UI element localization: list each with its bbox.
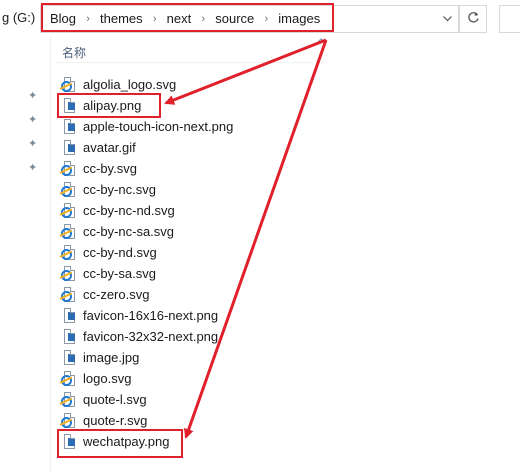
- file-name: alipay.png: [83, 98, 142, 113]
- file-name: cc-by-nc.svg: [83, 182, 156, 197]
- list-item[interactable]: cc-by-nc.svg: [58, 179, 328, 200]
- svg-file-icon: [61, 181, 76, 198]
- list-item[interactable]: avatar.gif: [58, 137, 328, 158]
- file-name: image.jpg: [83, 350, 140, 365]
- list-item[interactable]: wechatpay.png: [58, 431, 328, 452]
- file-name: quote-r.svg: [83, 413, 148, 428]
- list-item[interactable]: cc-by-nc-sa.svg: [58, 221, 328, 242]
- address-bar[interactable]: Blog › themes › next › source › images: [40, 5, 459, 33]
- svg-file-icon: [61, 286, 76, 303]
- search-box[interactable]: [499, 5, 520, 33]
- file-name: cc-by-nc-nd.svg: [83, 203, 175, 218]
- chevron-right-icon[interactable]: ›: [260, 8, 272, 30]
- file-name: wechatpay.png: [83, 434, 170, 449]
- refresh-button[interactable]: [459, 5, 487, 33]
- file-name: favicon-32x32-next.png: [83, 329, 219, 344]
- file-name: favicon-16x16-next.png: [83, 308, 219, 323]
- address-toolbar: g (G:) Blog › themes › next › source › i…: [0, 0, 520, 36]
- svg-file-icon: [61, 223, 76, 240]
- svg-file-icon: [61, 391, 76, 408]
- file-name: algolia_logo.svg: [83, 77, 177, 92]
- png-file-icon: [62, 307, 76, 324]
- file-name: quote-l.svg: [83, 392, 147, 407]
- png-file-icon: [62, 97, 76, 114]
- list-item[interactable]: apple-touch-icon-next.png: [58, 116, 328, 137]
- list-item[interactable]: cc-zero.svg: [58, 284, 328, 305]
- breadcrumb-blog[interactable]: Blog: [44, 8, 82, 30]
- list-item[interactable]: favicon-32x32-next.png: [58, 326, 328, 347]
- svg-file-icon: [61, 202, 76, 219]
- list-item[interactable]: cc-by-nc-nd.svg: [58, 200, 328, 221]
- png-file-icon: [62, 328, 76, 345]
- svg-file-icon: [61, 370, 76, 387]
- drive-breadcrumb[interactable]: g (G:): [0, 7, 35, 29]
- pin-icon[interactable]: ✦: [28, 162, 40, 174]
- svg-file-icon: [61, 265, 76, 282]
- file-name: cc-by.svg: [83, 161, 137, 176]
- refresh-icon: [467, 11, 480, 28]
- list-item[interactable]: cc-by-sa.svg: [58, 263, 328, 284]
- svg-file-icon: [61, 244, 76, 261]
- chevron-right-icon[interactable]: ›: [149, 8, 161, 30]
- breadcrumb-source[interactable]: source: [209, 8, 260, 30]
- file-name: cc-by-nc-sa.svg: [83, 224, 175, 239]
- file-name: logo.svg: [83, 371, 132, 386]
- list-item[interactable]: quote-r.svg: [58, 410, 328, 431]
- file-name: cc-zero.svg: [83, 287, 150, 302]
- chevron-right-icon[interactable]: ›: [82, 8, 94, 30]
- list-item[interactable]: cc-by-nd.svg: [58, 242, 328, 263]
- sort-ascending-icon: [316, 35, 326, 47]
- png-file-icon: [62, 118, 76, 135]
- chevron-right-icon[interactable]: ›: [197, 8, 209, 30]
- png-file-icon: [62, 433, 76, 450]
- chevron-down-icon[interactable]: [436, 6, 458, 32]
- breadcrumb-themes[interactable]: themes: [94, 8, 149, 30]
- svg-file-icon: [61, 412, 76, 429]
- breadcrumb-images[interactable]: images: [272, 8, 326, 30]
- list-item[interactable]: cc-by.svg: [58, 158, 328, 179]
- list-item[interactable]: favicon-16x16-next.png: [58, 305, 328, 326]
- list-item[interactable]: image.jpg: [58, 347, 328, 368]
- file-list: algolia_logo.svg alipay.png apple-touch-ic…: [58, 74, 328, 452]
- pin-icon[interactable]: ✦: [28, 114, 40, 126]
- file-name: cc-by-sa.svg: [83, 266, 156, 281]
- column-header-name[interactable]: 名称: [62, 44, 86, 61]
- list-item[interactable]: quote-l.svg: [58, 389, 328, 410]
- breadcrumb: Blog › themes › next › source › images: [44, 6, 326, 32]
- pin-icon[interactable]: ✦: [28, 138, 40, 150]
- list-item[interactable]: algolia_logo.svg: [58, 74, 328, 95]
- pin-icon[interactable]: ✦: [28, 90, 40, 102]
- gif-file-icon: [62, 139, 76, 156]
- header-divider: [55, 62, 325, 63]
- svg-file-icon: [61, 76, 76, 93]
- list-item[interactable]: logo.svg: [58, 368, 328, 389]
- file-name: avatar.gif: [83, 140, 136, 155]
- jpg-file-icon: [62, 349, 76, 366]
- file-name: apple-touch-icon-next.png: [83, 119, 234, 134]
- navigation-pane: ✦ ✦ ✦ ✦: [0, 36, 51, 472]
- file-name: cc-by-nd.svg: [83, 245, 157, 260]
- breadcrumb-next[interactable]: next: [161, 8, 198, 30]
- list-item[interactable]: alipay.png: [58, 95, 328, 116]
- svg-file-icon: [61, 160, 76, 177]
